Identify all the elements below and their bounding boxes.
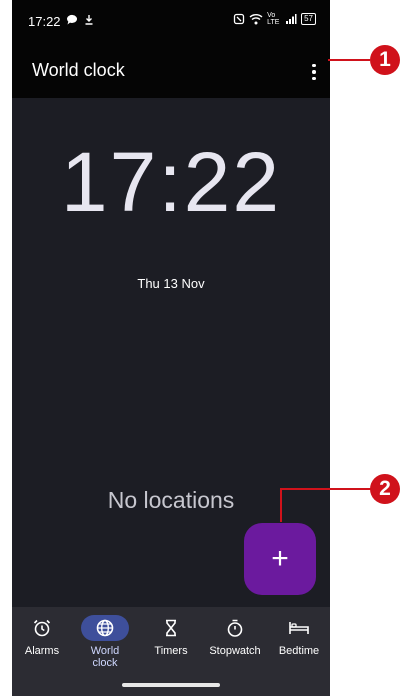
battery-icon: 57	[301, 13, 316, 25]
hourglass-icon	[166, 619, 176, 637]
alarm-clock-icon	[33, 619, 51, 637]
more-options-button[interactable]	[308, 58, 320, 86]
tab-world-clock[interactable]: World clock	[76, 615, 134, 669]
tab-bedtime[interactable]: Bedtime	[270, 615, 328, 657]
tab-label: Timers	[154, 645, 188, 657]
status-bar: 17:22 Vo LTE 57	[12, 0, 330, 46]
current-time: 17:22	[60, 135, 282, 229]
add-location-button[interactable]: +	[244, 523, 316, 595]
more-vert-icon	[312, 63, 316, 68]
wifi-icon	[249, 14, 263, 25]
callout-2-badge: 2	[370, 474, 400, 504]
app-bar: World clock	[12, 46, 330, 98]
chat-bubble-icon	[66, 14, 77, 25]
tab-stopwatch[interactable]: Stopwatch	[204, 615, 266, 657]
callout-2-line-h	[280, 488, 372, 490]
tab-label: Bedtime	[278, 645, 320, 657]
tab-label: World clock	[90, 645, 120, 669]
page-title: World clock	[32, 60, 125, 80]
bed-icon	[289, 622, 309, 634]
current-date: Thu 13 Nov	[137, 276, 205, 291]
status-right-icons: Vo LTE 57	[233, 12, 316, 26]
stopwatch-icon	[227, 619, 243, 637]
callout-1-badge: 1	[370, 45, 400, 75]
callout-2-line-v	[280, 488, 282, 522]
clock-app-screen: 17:22 Vo LTE 57 World clock 17:22 Thu 13…	[12, 0, 330, 696]
signal-icon	[286, 14, 297, 24]
status-left-icons	[66, 12, 94, 26]
globe-icon	[96, 619, 114, 637]
home-indicator[interactable]	[122, 683, 220, 687]
nfc-icon	[233, 13, 245, 25]
empty-state-text: No locations	[107, 487, 235, 513]
plus-icon: +	[271, 542, 289, 575]
status-time: 17:22	[28, 14, 61, 29]
tab-label: Alarms	[24, 645, 60, 657]
volte-icon: Vo LTE	[267, 12, 280, 26]
download-icon	[85, 14, 93, 25]
tab-alarms[interactable]: Alarms	[13, 615, 71, 657]
tab-timers[interactable]: Timers	[142, 615, 200, 657]
tab-label: Stopwatch	[209, 645, 261, 657]
callout-1-line	[328, 59, 370, 61]
